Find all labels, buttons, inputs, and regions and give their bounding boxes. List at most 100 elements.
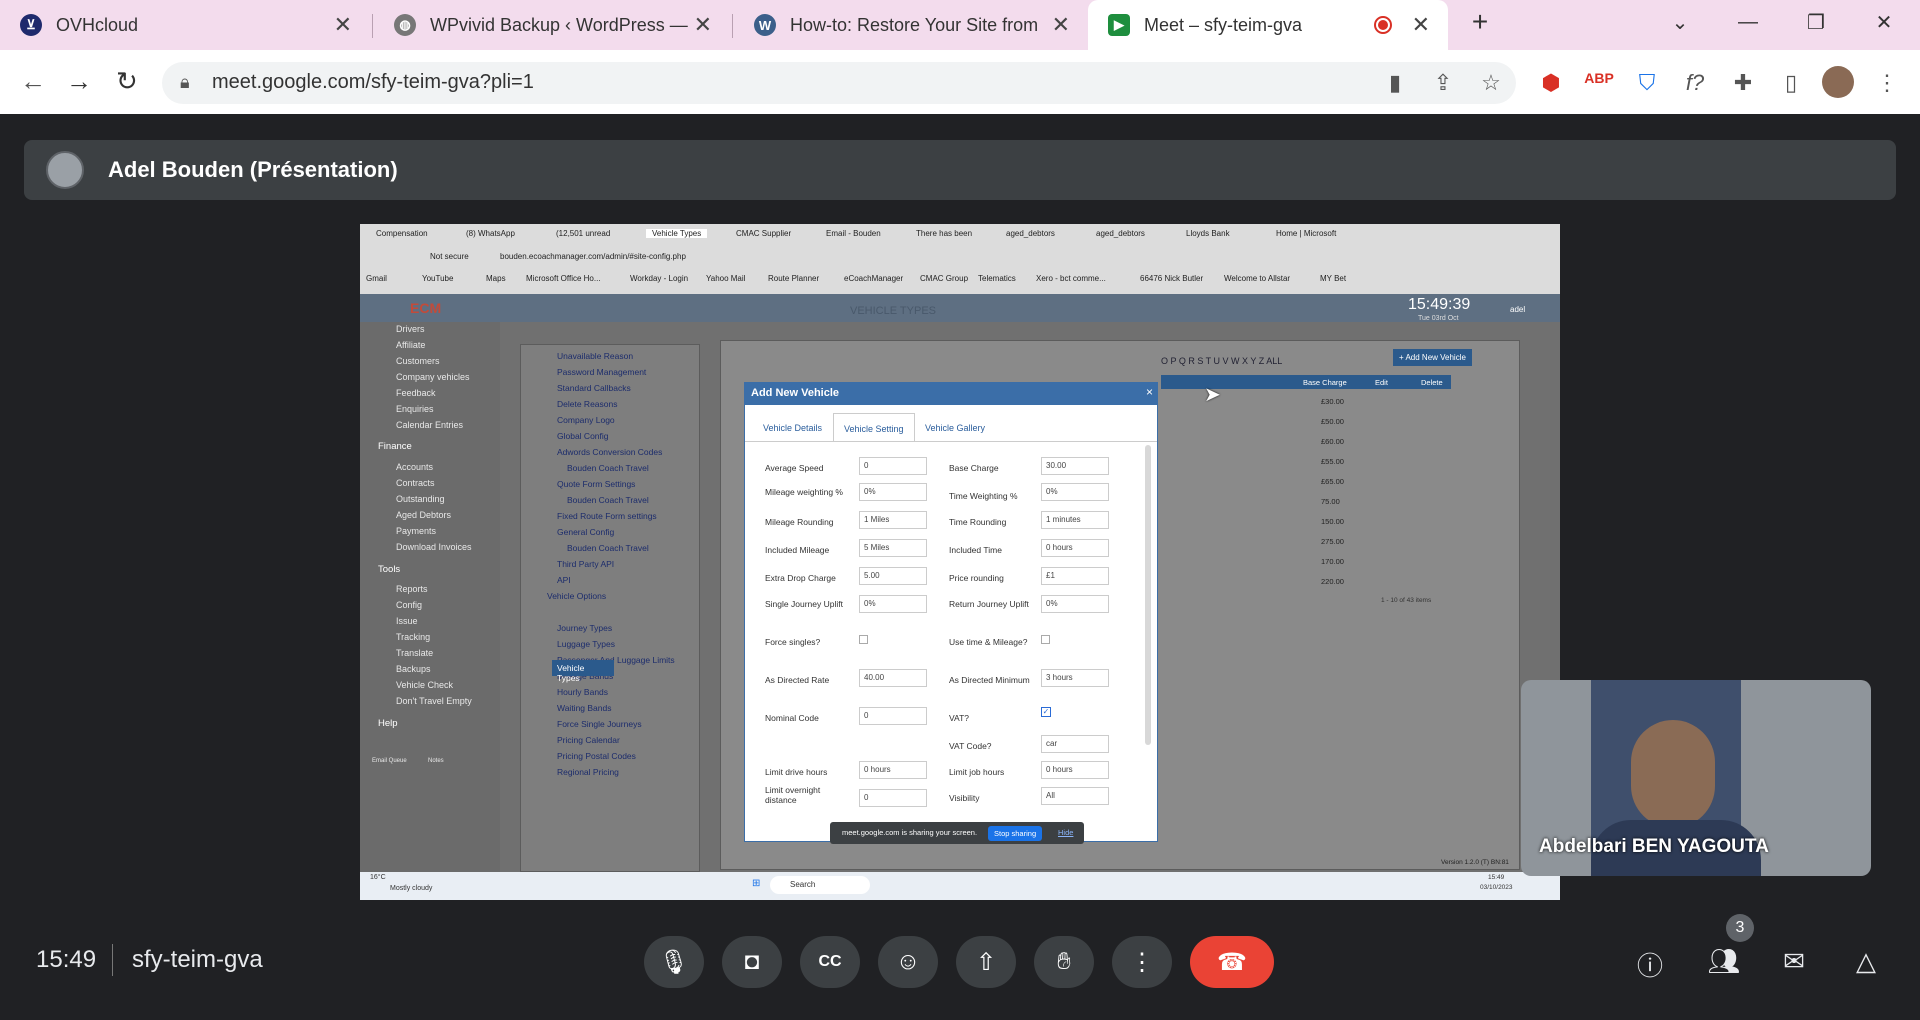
nominal-code-input[interactable]: 0 (859, 707, 927, 725)
captions-icon[interactable]: CC (800, 936, 860, 988)
nav-item[interactable]: Don't Travel Empty (396, 696, 472, 706)
restore-icon[interactable]: ❐ (1786, 0, 1846, 44)
tree-item[interactable]: Pricing Calendar (557, 735, 620, 745)
tab-vehicle-setting[interactable]: Vehicle Setting (833, 413, 915, 441)
tree-item[interactable]: Journey Types (557, 623, 612, 633)
windows-start-icon[interactable]: ⊞ (752, 878, 760, 889)
tab-meet[interactable]: ▶ Meet – sfy-teim-gva ✕ (1088, 0, 1448, 50)
alphabet-filter[interactable]: O P Q R S T U V W X Y Z ALL (1161, 356, 1282, 366)
nav-item[interactable]: Aged Debtors (396, 510, 451, 520)
url-text[interactable]: meet.google.com/sfy-teim-gva?pli=1 (212, 71, 534, 94)
nav-item[interactable]: Backups (396, 664, 431, 674)
nav-item[interactable]: Customers (396, 356, 440, 366)
tree-item[interactable]: Third Party API (557, 559, 614, 569)
nav-finance[interactable]: Finance (378, 441, 412, 452)
function-icon[interactable]: f? (1680, 70, 1710, 96)
tree-item[interactable]: Standard Callbacks (557, 383, 631, 393)
nav-item[interactable]: Tracking (396, 632, 430, 642)
tab-vehicle-details[interactable]: Vehicle Details (753, 413, 832, 441)
tree-item-vehicle-types[interactable]: Vehicle Types (552, 660, 614, 683)
reload-icon[interactable]: ↻ (116, 66, 138, 97)
info-icon[interactable]: ⓘ (1632, 946, 1668, 983)
tree-item[interactable]: Global Config (557, 431, 609, 441)
forward-icon[interactable]: → (66, 66, 92, 97)
chat-icon[interactable]: ✉︎ (1776, 946, 1812, 977)
more-options-icon[interactable]: ⋮ (1112, 936, 1172, 988)
tree-item[interactable]: Bouden Coach Travel (567, 463, 649, 473)
nav-item[interactable]: Outstanding (396, 494, 445, 504)
tab-howto[interactable]: W How-to: Restore Your Site from ✕ (734, 0, 1088, 50)
included-time-select[interactable]: 0 hours (1041, 539, 1109, 557)
email-queue-label[interactable]: Email Queue (372, 758, 407, 764)
tree-item[interactable]: Bouden Coach Travel (567, 543, 649, 553)
raise-hand-icon[interactable]: ✋︎ (1034, 936, 1094, 988)
nav-item[interactable]: Feedback (396, 388, 436, 398)
abp-icon[interactable]: ABP (1584, 70, 1614, 86)
nav-tools[interactable]: Tools (378, 564, 400, 575)
activities-icon[interactable]: △ (1848, 946, 1884, 977)
chevron-down-icon[interactable]: ⌄ (1650, 0, 1710, 44)
time-rounding-select[interactable]: 1 minutes (1041, 511, 1109, 529)
present-screen-icon[interactable]: ⇧ (956, 936, 1016, 988)
tree-item[interactable]: Luggage Types (557, 639, 615, 649)
single-journey-uplift-select[interactable]: 0% (859, 595, 927, 613)
nav-item[interactable]: Config (396, 600, 422, 610)
included-mileage-select[interactable]: 5 Miles (859, 539, 927, 557)
nav-item[interactable]: Company vehicles (396, 372, 470, 382)
close-icon[interactable]: ✕ (694, 12, 712, 38)
tree-item[interactable]: Unavailable Reason (557, 351, 633, 361)
limit-overnight-input[interactable]: 0 (859, 789, 927, 807)
tree-item[interactable]: Fixed Route Form settings (557, 511, 657, 521)
nav-help[interactable]: Help (378, 718, 398, 729)
mileage-rounding-select[interactable]: 1 Miles (859, 511, 927, 529)
average-speed-input[interactable]: 0 (859, 457, 927, 475)
people-icon[interactable]: 👥︎ (1706, 946, 1742, 977)
base-charge-input[interactable]: 30.00 (1041, 457, 1109, 475)
tree-item[interactable]: Regional Pricing (557, 767, 619, 777)
tree-item[interactable]: Pricing Postal Codes (557, 751, 636, 761)
nav-item[interactable]: Payments (396, 526, 436, 536)
share-icon[interactable]: ⇪ (1428, 70, 1458, 96)
close-icon[interactable]: ✕ (1412, 12, 1430, 38)
tree-item[interactable]: Quote Form Settings (557, 479, 635, 489)
tree-item[interactable]: Password Management (557, 367, 646, 377)
tree-item[interactable]: Force Single Journeys (557, 719, 642, 729)
modal-scrollbar[interactable] (1145, 445, 1151, 745)
tree-item[interactable]: Adwords Conversion Codes (557, 447, 662, 457)
as-directed-minimum-select[interactable]: 3 hours (1041, 669, 1109, 687)
mileage-weighting-select[interactable]: 0% (859, 483, 927, 501)
modal-close-icon[interactable]: × (1146, 385, 1153, 399)
adblock-icon[interactable]: ⬢ (1536, 70, 1566, 96)
nav-item[interactable]: Translate (396, 648, 433, 658)
back-icon[interactable]: ← (20, 66, 46, 97)
return-journey-uplift-select[interactable]: 0% (1041, 595, 1109, 613)
nav-item[interactable]: Calendar Entries (396, 420, 463, 430)
nav-item[interactable]: Enquiries (396, 404, 434, 414)
nav-item[interactable]: Affiliate (396, 340, 425, 350)
limit-drive-hours-select[interactable]: 0 hours (859, 761, 927, 779)
emoji-icon[interactable]: ☺ (878, 936, 938, 988)
close-icon[interactable]: ✕ (334, 12, 352, 38)
nav-item[interactable]: Contracts (396, 478, 435, 488)
tree-item[interactable]: Bouden Coach Travel (567, 495, 649, 505)
add-new-vehicle-button[interactable]: + Add New Vehicle (1393, 349, 1472, 366)
price-rounding-select[interactable]: £1 (1041, 567, 1109, 585)
close-icon[interactable]: ✕ (1052, 12, 1070, 38)
tree-item[interactable]: Waiting Bands (557, 703, 612, 713)
tree-item[interactable]: Delete Reasons (557, 399, 617, 409)
tree-item[interactable]: API (557, 575, 571, 585)
minimize-icon[interactable]: — (1718, 0, 1778, 44)
nav-item[interactable]: Issue (396, 616, 418, 626)
window-close-icon[interactable]: ✕ (1854, 0, 1914, 44)
nav-item[interactable]: Download Invoices (396, 542, 472, 552)
shield-icon[interactable]: ⛉ (1632, 70, 1662, 96)
as-directed-rate-input[interactable]: 40.00 (859, 669, 927, 687)
taskbar-search[interactable]: Search (770, 876, 870, 894)
tab-ovhcloud[interactable]: ⊻ OVHcloud ✕ (0, 0, 370, 50)
visibility-select[interactable]: All (1041, 787, 1109, 805)
microphone-icon[interactable]: 🎙︎ (644, 936, 704, 988)
tab-wpvivid[interactable]: ◍ WPvivid Backup ‹ WordPress — ✕ (374, 0, 730, 50)
force-singles-checkbox[interactable] (859, 635, 868, 644)
use-time-mileage-checkbox[interactable] (1041, 635, 1050, 644)
nav-item[interactable]: Reports (396, 584, 428, 594)
